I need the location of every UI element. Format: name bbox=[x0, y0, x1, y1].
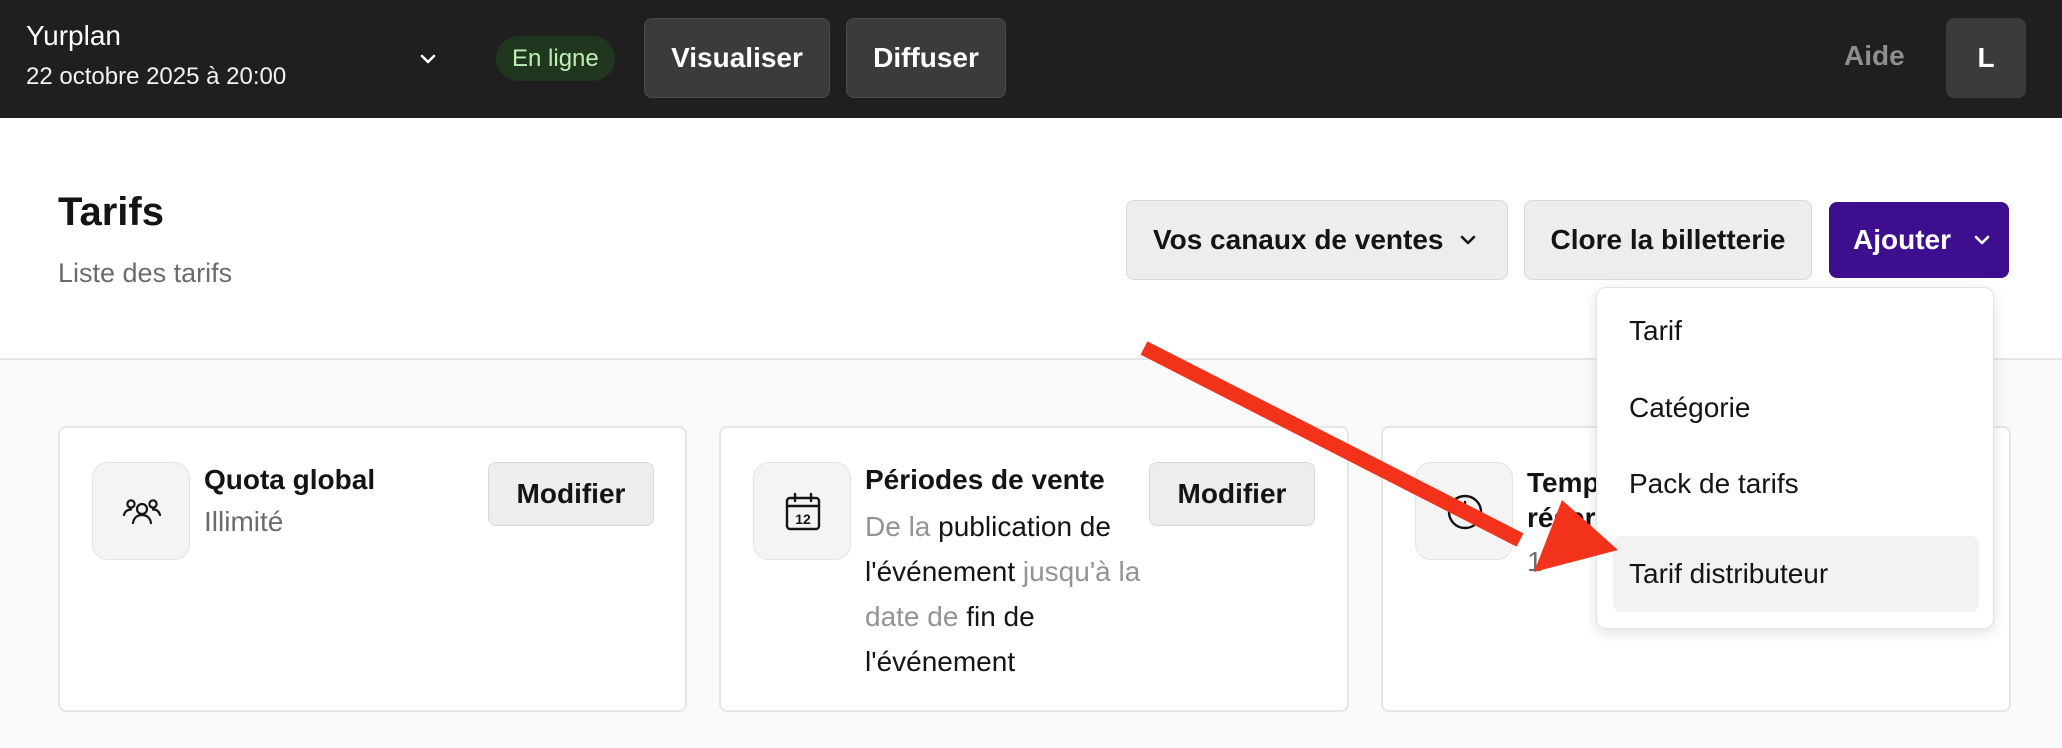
calendar-icon: 12 bbox=[785, 492, 821, 531]
card-title: Périodes de vente bbox=[865, 464, 1105, 495]
avatar[interactable]: L bbox=[1946, 18, 2026, 98]
menu-item-tarif-distributeur[interactable]: Tarif distributeur bbox=[1613, 536, 1979, 612]
card-title: Quota global bbox=[204, 464, 376, 495]
card-icon-container bbox=[1415, 462, 1513, 560]
users-icon bbox=[122, 499, 162, 525]
diffuser-button[interactable]: Diffuser bbox=[846, 18, 1006, 98]
modify-button[interactable]: Modifier bbox=[1149, 462, 1315, 526]
clock-icon bbox=[1447, 494, 1483, 530]
quota-card: Quota global Illimité Modifier bbox=[58, 426, 687, 712]
page-title: Tarifs bbox=[58, 190, 164, 234]
card-title-continued: réser bbox=[1527, 502, 1596, 533]
menu-item-pack-de-tarifs[interactable]: Pack de tarifs bbox=[1613, 446, 1979, 522]
menu-item-tarif[interactable]: Tarif bbox=[1613, 293, 1979, 369]
chevron-down-icon[interactable] bbox=[417, 48, 439, 70]
sales-channels-button[interactable]: Vos canaux de ventes bbox=[1126, 200, 1508, 280]
event-name: Yurplan bbox=[26, 20, 121, 51]
chevron-down-icon bbox=[1460, 235, 1476, 245]
help-link[interactable]: Aide bbox=[1844, 40, 1905, 72]
status-badge: En ligne bbox=[496, 36, 615, 81]
period-text-muted: De la bbox=[865, 511, 931, 542]
chevron-down-icon bbox=[1974, 235, 1990, 245]
event-date: 22 octobre 2025 à 20:00 bbox=[26, 63, 287, 90]
card-icon-container bbox=[92, 462, 190, 560]
visualiser-button[interactable]: Visualiser bbox=[644, 18, 830, 98]
card-description: De la publication de l'événement jusqu'à… bbox=[865, 504, 1155, 684]
event-selector[interactable]: Yurplan 22 octobre 2025 à 20:00 bbox=[26, 20, 446, 100]
add-button-label: Ajouter bbox=[1853, 224, 1951, 255]
modify-button[interactable]: Modifier bbox=[488, 462, 654, 526]
card-title: Temp bbox=[1527, 467, 1600, 498]
calendar-day-number: 12 bbox=[795, 511, 811, 527]
close-ticketing-button[interactable]: Clore la billetterie bbox=[1524, 200, 1812, 280]
sales-channels-label: Vos canaux de ventes bbox=[1153, 224, 1444, 255]
card-value: 1 bbox=[1527, 546, 1543, 577]
card-value: Illimité bbox=[204, 506, 284, 537]
card-icon-container: 12 bbox=[753, 462, 851, 560]
page-subtitle: Liste des tarifs bbox=[58, 258, 233, 288]
add-dropdown-menu: Tarif Catégorie Pack de tarifs Tarif dis… bbox=[1596, 287, 1994, 629]
menu-item-categorie[interactable]: Catégorie bbox=[1613, 370, 1979, 446]
sales-period-card: 12 Périodes de vente De la publication d… bbox=[719, 426, 1349, 712]
top-navigation-bar: Yurplan 22 octobre 2025 à 20:00 En ligne… bbox=[0, 0, 2062, 118]
add-button[interactable]: Ajouter bbox=[1829, 202, 2009, 278]
